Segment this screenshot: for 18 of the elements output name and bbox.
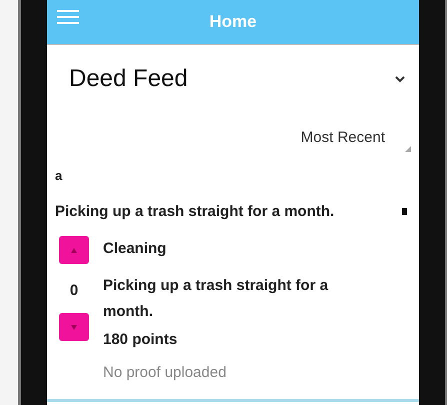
page-title: Home <box>209 12 257 32</box>
upvote-button[interactable] <box>59 236 89 264</box>
downvote-button[interactable] <box>59 313 89 341</box>
resize-handle-icon <box>405 146 411 152</box>
proof-status: No proof uploaded <box>103 364 228 381</box>
sort-select[interactable]: Most Recent <box>300 129 385 146</box>
menu-icon[interactable] <box>57 9 79 25</box>
post-points: 180 points <box>103 331 178 348</box>
square-icon <box>402 208 407 215</box>
chevron-down-icon[interactable] <box>395 76 405 82</box>
vote-score: 0 <box>70 282 78 299</box>
post-description: Picking up a trash straight for a month. <box>103 276 330 322</box>
down-arrow-icon <box>71 324 77 330</box>
post-title: Picking up a trash straight for a month. <box>55 203 334 220</box>
post-category: Cleaning <box>103 240 168 257</box>
post-author: a <box>54 167 64 183</box>
feed-title: Deed Feed <box>69 65 188 93</box>
up-arrow-icon <box>71 248 77 252</box>
